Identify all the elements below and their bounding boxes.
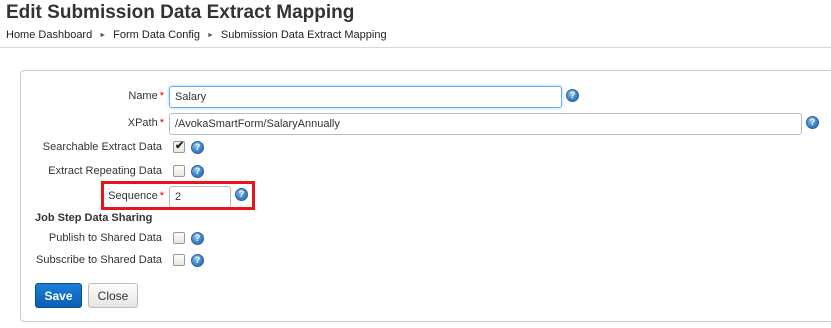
xpath-label: XPath * xyxy=(128,117,164,129)
publish-to-shared-data-label: Publish to Shared Data xyxy=(48,232,162,244)
required-marker: * xyxy=(159,90,164,102)
breadcrumb-separator-icon: ► xyxy=(206,31,214,39)
breadcrumb-form-data-config[interactable]: Form Data Config xyxy=(113,29,200,41)
extract-repeating-data-checkbox[interactable] xyxy=(173,165,185,177)
subscribe-to-shared-data-help-icon[interactable]: ? xyxy=(191,254,204,267)
xpath-label-text: XPath xyxy=(127,117,158,129)
check-icon: ✔ xyxy=(175,140,185,152)
required-marker: * xyxy=(159,117,164,129)
name-label: Name * xyxy=(128,90,164,102)
subscribe-to-shared-data-label: Subscribe to Shared Data xyxy=(36,254,162,266)
breadcrumb-current-page: Submission Data Extract Mapping xyxy=(220,29,387,41)
header-divider xyxy=(0,47,831,48)
searchable-extract-data-checkbox[interactable]: ✔ xyxy=(173,140,185,153)
name-input[interactable] xyxy=(169,86,562,108)
subscribe-to-shared-data-checkbox[interactable] xyxy=(173,254,185,266)
searchable-extract-data-help-icon[interactable]: ? xyxy=(191,141,204,154)
xpath-input[interactable] xyxy=(169,113,802,135)
publish-to-shared-data-help-icon[interactable]: ? xyxy=(191,232,204,245)
name-label-text: Name xyxy=(128,90,158,102)
save-button[interactable]: Save xyxy=(35,283,82,308)
searchable-extract-data-label: Searchable Extract Data xyxy=(42,141,162,153)
extract-repeating-data-label: Extract Repeating Data xyxy=(48,165,162,177)
job-step-data-sharing-heading: Job Step Data Sharing xyxy=(35,212,153,224)
publish-to-shared-data-checkbox[interactable] xyxy=(173,232,185,244)
breadcrumb: Home Dashboard ► Form Data Config ► Subm… xyxy=(6,29,387,41)
breadcrumb-separator-icon: ► xyxy=(99,31,107,39)
name-help-icon[interactable]: ? xyxy=(566,89,579,102)
close-button[interactable]: Close xyxy=(88,283,138,308)
xpath-help-icon[interactable]: ? xyxy=(806,116,819,129)
extract-repeating-data-help-icon[interactable]: ? xyxy=(191,165,204,178)
breadcrumb-home-dashboard[interactable]: Home Dashboard xyxy=(6,29,92,41)
sequence-highlight-box xyxy=(101,181,255,210)
page-title: Edit Submission Data Extract Mapping xyxy=(6,2,355,23)
